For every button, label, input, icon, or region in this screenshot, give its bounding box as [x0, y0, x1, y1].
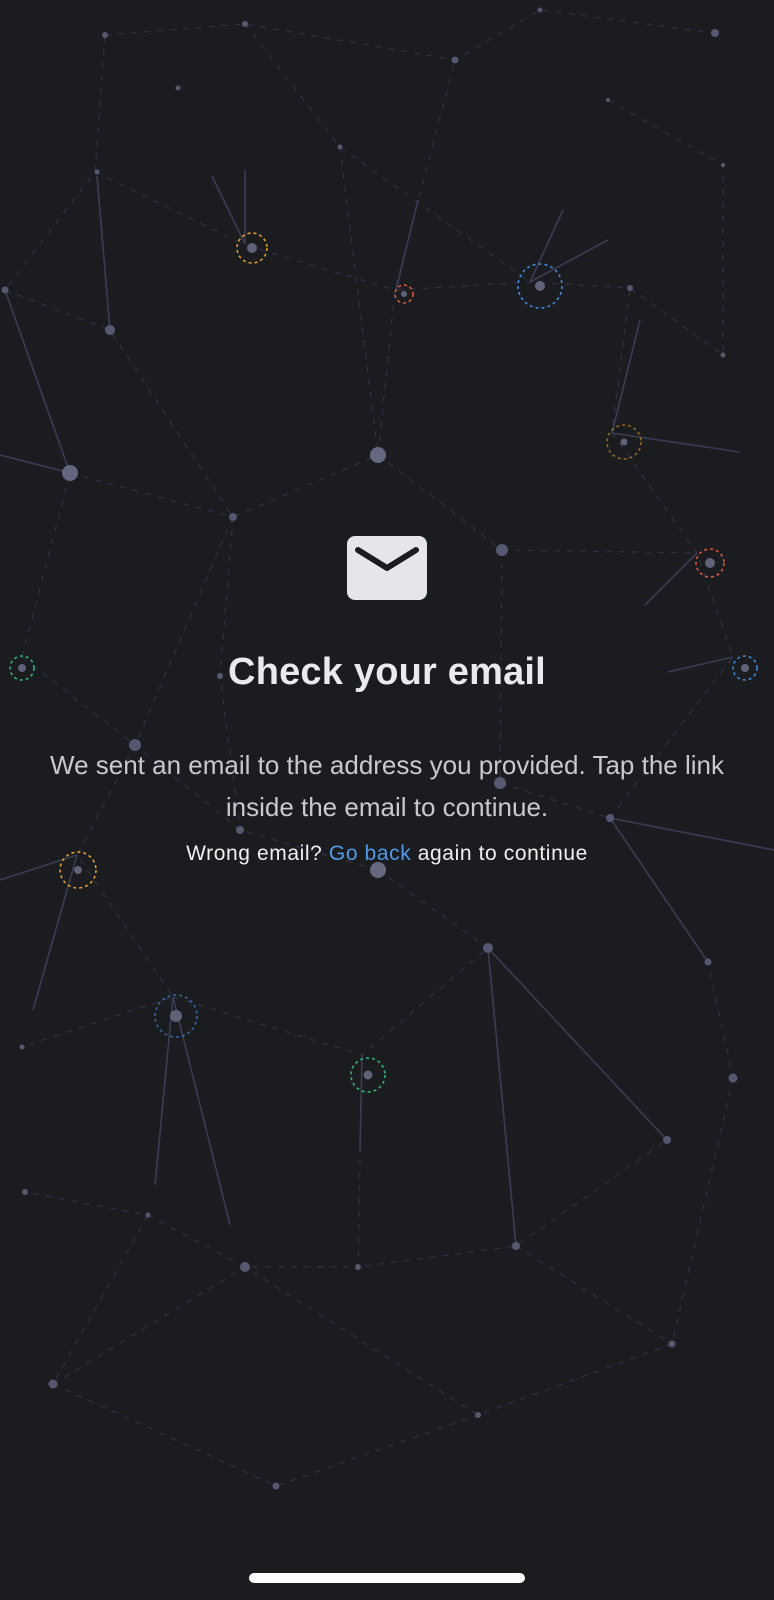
- hint-prefix: Wrong email?: [186, 842, 323, 865]
- envelope-icon: [347, 536, 427, 600]
- confirmation-panel: Check your email We sent an email to the…: [0, 536, 774, 870]
- page-title: Check your email: [228, 651, 546, 693]
- instructions-text: We sent an email to the address you prov…: [50, 750, 724, 822]
- wrong-email-hint: Wrong email? Go back again to continue: [0, 838, 774, 870]
- go-back-link[interactable]: Go back: [329, 842, 411, 865]
- home-indicator[interactable]: [249, 1573, 525, 1583]
- hint-suffix: again to continue: [417, 842, 588, 865]
